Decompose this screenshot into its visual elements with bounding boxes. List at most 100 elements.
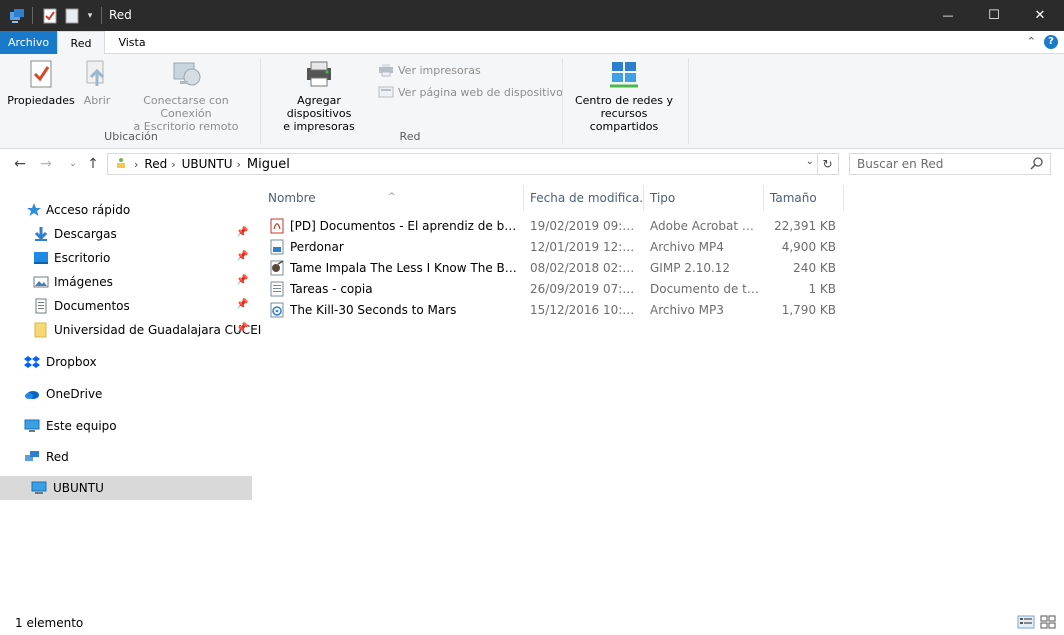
search-icon[interactable] xyxy=(1030,156,1044,173)
sidebar-item-imagenes[interactable]: Imágenes 📌 xyxy=(0,271,252,293)
recent-locations-button[interactable]: ⌄ xyxy=(63,155,83,173)
column-header-nombre[interactable]: ^ Nombre xyxy=(262,185,524,211)
breadcrumb-red[interactable]: Red xyxy=(144,157,167,171)
details-view-icon xyxy=(1017,615,1035,629)
centro-redes-button[interactable]: Centro de redes y recursos compartidos xyxy=(566,58,682,133)
address-dropdown-icon[interactable]: ⌄ xyxy=(806,156,814,167)
tab-vista[interactable]: Vista xyxy=(108,31,156,54)
agregar-dispositivos-button[interactable]: Agregar dispositivos e impresoras xyxy=(264,58,374,133)
network-icon xyxy=(24,449,40,465)
file-name: Tareas - copia xyxy=(290,282,373,296)
file-date: 26/09/2019 07:25 ... xyxy=(530,282,640,296)
file-type: Adobe Acrobat D... xyxy=(650,219,760,233)
title-divider-2 xyxy=(101,7,102,24)
pin-icon[interactable]: 📌 xyxy=(236,275,248,286)
ribbon-separator-1 xyxy=(260,58,261,144)
pin-icon[interactable]: 📌 xyxy=(236,227,248,238)
sidebar-item-acceso-rapido[interactable]: Acceso rápido xyxy=(0,199,252,221)
maximize-button[interactable]: ☐ xyxy=(971,0,1017,31)
conectarse-label-line1: Conectarse con Conexión xyxy=(143,94,229,120)
ubicacion-group-label: Ubicación xyxy=(104,130,158,143)
new-folder-quick-icon[interactable] xyxy=(63,0,81,31)
breadcrumb-separator-icon[interactable]: › xyxy=(237,158,241,171)
pin-icon[interactable]: 📌 xyxy=(236,323,248,334)
breadcrumb-separator-icon[interactable]: › xyxy=(171,158,175,171)
navigation-pane: Acceso rápido Descargas 📌 Escritorio 📌 I… xyxy=(0,179,261,604)
column-header-fecha[interactable]: Fecha de modifica... xyxy=(524,185,644,211)
sidebar-item-dropbox[interactable]: Dropbox xyxy=(0,351,252,373)
details-view-button[interactable] xyxy=(1017,615,1035,629)
navigation-bar: ← → ⌄ ↑ › Red › UBUNTU › Miguel ⌄ ↻ xyxy=(0,149,1064,179)
minimize-button[interactable]: — xyxy=(925,0,971,31)
breadcrumb-ubuntu[interactable]: UBUNTU xyxy=(182,157,233,171)
propiedades-button[interactable]: Propiedades xyxy=(6,58,76,107)
computer-icon xyxy=(24,418,40,434)
column-header-tipo[interactable]: Tipo xyxy=(644,185,764,211)
sidebar-item-universidad[interactable]: Universidad de Guadalajara CUCEI 📌 xyxy=(0,319,261,341)
ver-pagina-label: Ver página web de dispositivo xyxy=(398,85,563,99)
centro-label-line2: recursos compartidos xyxy=(589,107,659,133)
maximize-icon: ☐ xyxy=(988,8,1000,23)
file-type: Documento de tex... xyxy=(650,282,760,296)
column-header-tamano[interactable]: Tamaño xyxy=(764,185,844,211)
refresh-button[interactable]: ↻ xyxy=(817,154,837,174)
large-icons-view-button[interactable] xyxy=(1039,615,1057,629)
sidebar-item-escritorio[interactable]: Escritorio 📌 xyxy=(0,247,252,269)
table-row[interactable]: Tareas - copia 26/09/2019 07:25 ... Docu… xyxy=(262,279,844,300)
table-row[interactable]: [PD] Documentos - El aprendiz de brujo 1… xyxy=(262,216,844,237)
file-size: 1,790 KB xyxy=(781,303,836,317)
propiedades-label: Propiedades xyxy=(7,94,75,107)
centro-label-line1: Centro de redes y xyxy=(574,94,674,107)
customize-toolbar-chevron-icon[interactable]: ▾ xyxy=(84,0,96,31)
item-count: 1 elemento xyxy=(15,616,84,630)
tab-archivo[interactable]: Archivo xyxy=(0,31,57,54)
status-bar: 1 elemento xyxy=(0,604,1064,635)
arrow-up-icon: ↑ xyxy=(87,156,99,172)
close-icon: ✕ xyxy=(1034,8,1046,23)
up-button[interactable]: ↑ xyxy=(83,155,103,173)
sidebar-item-documentos[interactable]: Documentos 📌 xyxy=(0,295,252,317)
dropbox-icon xyxy=(24,354,40,370)
close-button[interactable]: ✕ xyxy=(1017,0,1063,31)
ver-pagina-web-button[interactable]: Ver página web de dispositivo xyxy=(378,83,563,101)
ver-impresoras-button[interactable]: Ver impresoras xyxy=(378,61,481,79)
file-size: 1 KB xyxy=(808,282,836,296)
back-button[interactable]: ← xyxy=(10,155,30,173)
pin-icon[interactable]: 📌 xyxy=(236,251,248,262)
table-row[interactable]: Tame Impala The Less I Know The Better .… xyxy=(262,258,844,279)
sidebar-item-descargas[interactable]: Descargas 📌 xyxy=(0,223,252,245)
pin-icon[interactable]: 📌 xyxy=(236,299,248,310)
network-app-icon[interactable] xyxy=(6,0,28,31)
arrow-right-icon: → xyxy=(40,156,52,172)
help-icon[interactable]: ? xyxy=(1044,35,1058,49)
forward-button[interactable]: → xyxy=(36,155,56,173)
file-date: 12/01/2019 12:18 ... xyxy=(530,240,640,254)
table-row[interactable]: Perdonar 12/01/2019 12:18 ... Archivo MP… xyxy=(262,237,844,258)
address-bar[interactable]: › Red › UBUNTU › Miguel ⌄ ↻ xyxy=(107,153,839,175)
sidebar-item-label: Universidad de Guadalajara CUCEI xyxy=(54,323,262,337)
file-name: The Kill-30 Seconds to Mars xyxy=(290,303,457,317)
minimize-ribbon-chevron-icon[interactable]: ⌃ xyxy=(1027,35,1036,48)
conectarse-escritorio-remoto-button[interactable]: Conectarse con Conexión a Escritorio rem… xyxy=(117,58,255,133)
search-input[interactable] xyxy=(850,154,1020,174)
sidebar-item-onedrive[interactable]: OneDrive xyxy=(0,383,252,405)
sidebar-item-label: Red xyxy=(46,450,69,464)
properties-quick-icon[interactable] xyxy=(40,0,60,31)
sidebar-item-red[interactable]: Red xyxy=(0,446,252,468)
tab-red[interactable]: Red xyxy=(57,31,105,55)
sidebar-item-ubuntu[interactable]: UBUNTU xyxy=(0,476,252,500)
file-type: Archivo MP3 xyxy=(650,303,724,317)
search-box[interactable] xyxy=(849,153,1051,175)
title-divider xyxy=(32,7,33,24)
sidebar-item-label: Acceso rápido xyxy=(46,203,131,217)
file-date: 19/02/2019 09:50 ... xyxy=(530,219,640,233)
arrow-left-icon: ← xyxy=(14,156,26,172)
sidebar-item-label: Escritorio xyxy=(54,251,111,265)
file-size: 4,900 KB xyxy=(781,240,836,254)
sidebar-item-label: Descargas xyxy=(54,227,117,241)
breadcrumb-miguel[interactable]: Miguel xyxy=(247,157,290,172)
abrir-button[interactable]: Abrir xyxy=(80,58,114,107)
file-size: 240 KB xyxy=(793,261,836,275)
table-row[interactable]: The Kill-30 Seconds to Mars 15/12/2016 1… xyxy=(262,300,844,321)
sidebar-item-este-equipo[interactable]: Este equipo xyxy=(0,415,252,437)
